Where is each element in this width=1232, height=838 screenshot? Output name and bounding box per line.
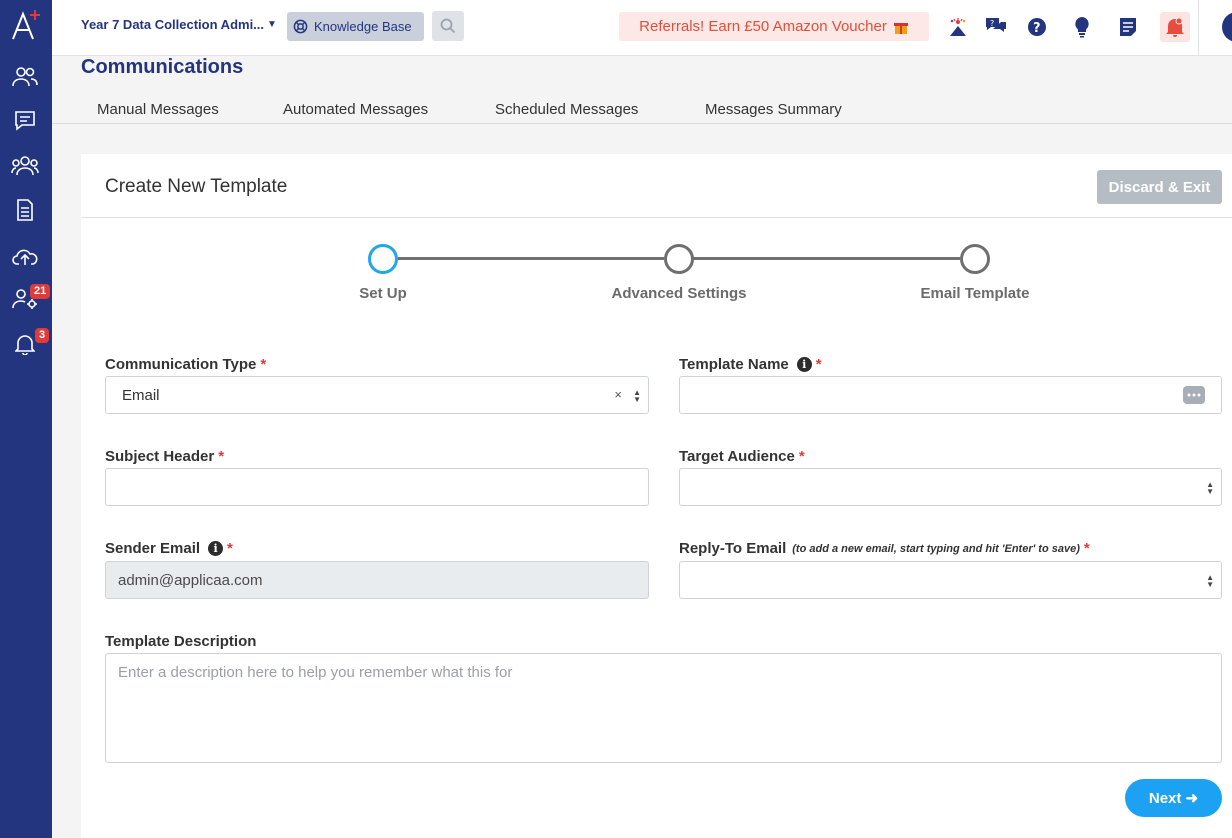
communication-type-value: Email <box>122 386 160 404</box>
notes-icon[interactable] <box>1115 14 1141 40</box>
step-label-advanced-settings: Advanced Settings <box>611 285 747 302</box>
sender-email-input: admin@applicaa.com <box>105 561 649 599</box>
tab-messages-summary[interactable]: Messages Summary <box>705 101 842 118</box>
select-arrows-icon: ▲ ▼ <box>1206 480 1214 496</box>
clear-icon[interactable]: × <box>614 387 622 402</box>
select-arrows-icon: ▲ ▼ <box>633 388 641 404</box>
tab-automated-messages[interactable]: Automated Messages <box>283 101 428 118</box>
communication-type-label: Communication Type * <box>105 356 266 373</box>
help-icon[interactable]: ? <box>1024 14 1050 40</box>
step-circle-setup[interactable] <box>368 244 398 274</box>
groups-icon[interactable] <box>10 152 40 180</box>
knowledge-base-button[interactable]: Knowledge Base <box>287 12 424 41</box>
sidebar: 21 3 <box>0 0 52 838</box>
tab-scheduled-messages[interactable]: Scheduled Messages <box>495 101 638 118</box>
required-marker: * <box>1083 540 1090 557</box>
svg-text:?: ? <box>1033 21 1041 36</box>
tabs-bar: Manual Messages Automated Messages Sched… <box>52 96 1232 124</box>
next-button[interactable]: Next ➜ <box>1125 779 1222 817</box>
reply-to-email-select[interactable]: ▲ ▼ <box>679 561 1222 599</box>
alerts-button[interactable] <box>1160 12 1190 42</box>
discard-exit-button[interactable]: Discard & Exit <box>1097 170 1222 204</box>
info-icon[interactable]: i <box>208 541 224 556</box>
template-name-input[interactable] <box>679 376 1222 414</box>
svg-text:?: ? <box>990 19 994 28</box>
target-audience-label-text: Target Audience <box>679 448 795 465</box>
step-label-setup: Set Up <box>359 285 407 302</box>
reply-to-email-label: Reply-To Email (to add a new email, star… <box>679 540 1090 557</box>
required-marker: * <box>227 540 233 557</box>
step-connector <box>398 257 664 260</box>
card-title: Create New Template <box>105 176 288 197</box>
target-audience-label: Target Audience * <box>679 448 805 465</box>
lifebuoy-icon <box>293 19 308 34</box>
required-marker: * <box>798 448 805 465</box>
step-label-email-template: Email Template <box>920 285 1030 302</box>
template-description-textarea[interactable]: Enter a description here to help you rem… <box>105 653 1222 763</box>
step-circle-email-template[interactable] <box>960 244 990 274</box>
info-icon[interactable]: i <box>796 357 812 372</box>
more-options-icon[interactable] <box>1183 386 1205 404</box>
users-settings-badge: 21 <box>30 284 51 299</box>
messages-icon[interactable] <box>10 107 40 135</box>
sender-email-value: admin@applicaa.com <box>118 571 263 589</box>
communication-type-select[interactable]: Email × ▲ ▼ <box>105 376 649 414</box>
subject-header-label: Subject Header * <box>105 448 224 465</box>
required-marker: * <box>218 448 225 465</box>
select-arrows-icon: ▲ ▼ <box>1206 573 1214 589</box>
avatar[interactable] <box>1222 12 1232 42</box>
caret-down-icon: ▼ <box>267 19 277 30</box>
page-title: Communications <box>81 56 244 78</box>
sender-email-label-text: Sender Email <box>105 540 201 557</box>
template-name-label: Template Name i * <box>679 356 822 373</box>
gift-icon <box>893 22 908 34</box>
step-circle-advanced-settings[interactable] <box>664 244 694 274</box>
cloud-upload-icon[interactable] <box>10 242 40 270</box>
sender-email-label: Sender Email i * <box>105 540 233 557</box>
arrow-right-icon: ➜ <box>1185 790 1199 807</box>
reply-to-email-label-text: Reply-To Email <box>679 540 787 557</box>
subject-header-input[interactable] <box>105 468 649 506</box>
subject-header-label-text: Subject Header <box>105 448 215 465</box>
tab-manual-messages[interactable]: Manual Messages <box>97 101 219 118</box>
referral-banner[interactable]: Referrals! Earn £50 Amazon Voucher <box>619 12 929 41</box>
project-name: Year 7 Data Collection Admi... <box>81 17 265 32</box>
template-description-placeholder: Enter a description here to help you rem… <box>118 664 513 681</box>
search-button[interactable] <box>432 11 464 41</box>
communication-type-label-text: Communication Type <box>105 356 257 373</box>
bell-icon <box>1166 17 1184 37</box>
project-selector[interactable]: Year 7 Data Collection Admi... ▼ <box>81 17 277 32</box>
celebration-icon[interactable] <box>945 14 971 40</box>
notifications-badge: 3 <box>35 328 50 343</box>
referral-text: Referrals! Earn £50 Amazon Voucher <box>639 18 887 35</box>
search-icon <box>440 18 456 34</box>
template-description-label-text: Template Description <box>105 633 257 650</box>
required-marker: * <box>815 356 822 373</box>
chat-support-icon[interactable]: ? <box>983 14 1009 40</box>
template-name-label-text: Template Name <box>679 356 789 373</box>
knowledge-base-label: Knowledge Base <box>314 19 412 34</box>
top-bar: Year 7 Data Collection Admi... ▼ Knowled… <box>52 0 1232 56</box>
next-label: Next <box>1148 790 1182 807</box>
step-connector <box>693 257 960 260</box>
app-logo[interactable] <box>10 6 44 42</box>
contacts-icon[interactable] <box>10 63 40 91</box>
topbar-divider <box>1198 0 1199 56</box>
card-header: Create New Template Discard & Exit <box>81 154 1232 218</box>
create-template-card: Create New Template Discard & Exit Set U… <box>81 154 1232 838</box>
document-icon[interactable] <box>10 196 40 224</box>
target-audience-select[interactable]: ▲ ▼ <box>679 468 1222 506</box>
lightbulb-icon[interactable] <box>1069 14 1095 40</box>
reply-to-email-hint: (to add a new email, start typing and hi… <box>792 542 1080 555</box>
required-marker: * <box>260 356 267 373</box>
template-description-label: Template Description <box>105 633 256 650</box>
